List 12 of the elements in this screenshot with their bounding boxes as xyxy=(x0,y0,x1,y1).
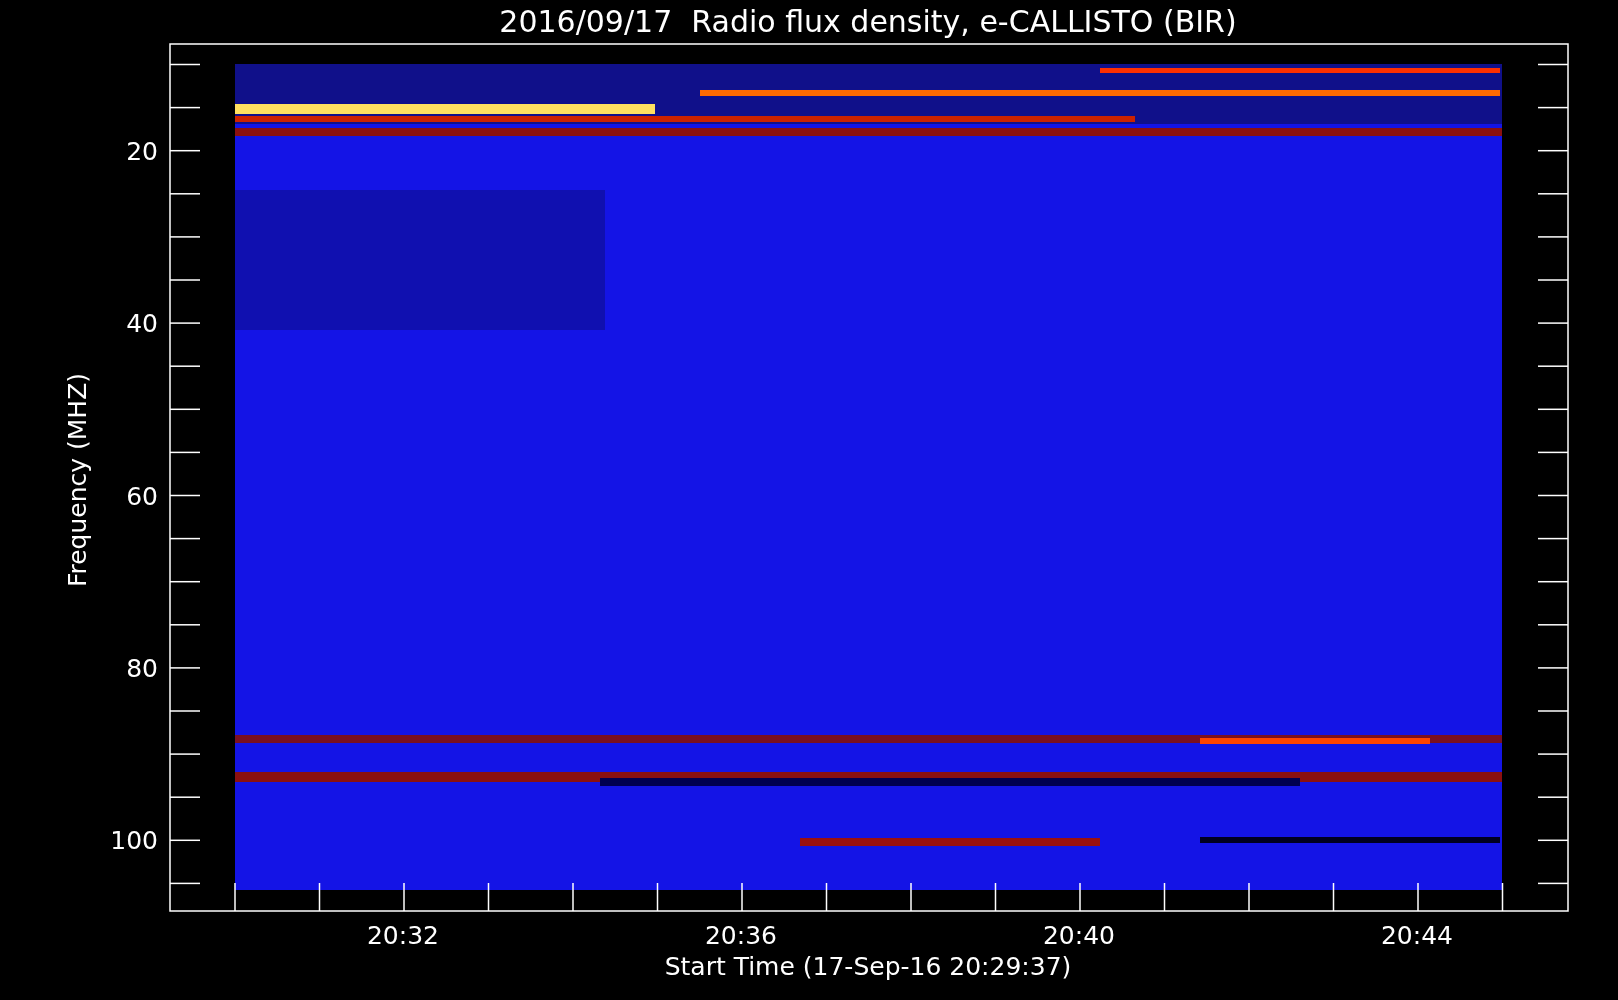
y-tick-label: 60 xyxy=(126,481,158,511)
x-tick-label: 20:36 xyxy=(705,921,777,950)
y-tick-label: 100 xyxy=(110,826,158,856)
x-tick-label: 20:40 xyxy=(1043,921,1115,950)
y-tick-label: 40 xyxy=(126,309,158,339)
x-axis-label: Start Time (17-Sep-16 20:29:37) xyxy=(664,952,1072,981)
y-axis-label: Frequency (MHZ) xyxy=(63,372,92,588)
y-tick-label: 80 xyxy=(126,653,158,683)
y-tick-label: 20 xyxy=(126,136,158,166)
x-tick-label: 20:32 xyxy=(367,921,439,950)
chart-title: 2016/09/17 Radio flux density, e-CALLISTO (BIR) xyxy=(499,4,1237,39)
x-tick-label: 20:44 xyxy=(1381,921,1453,950)
